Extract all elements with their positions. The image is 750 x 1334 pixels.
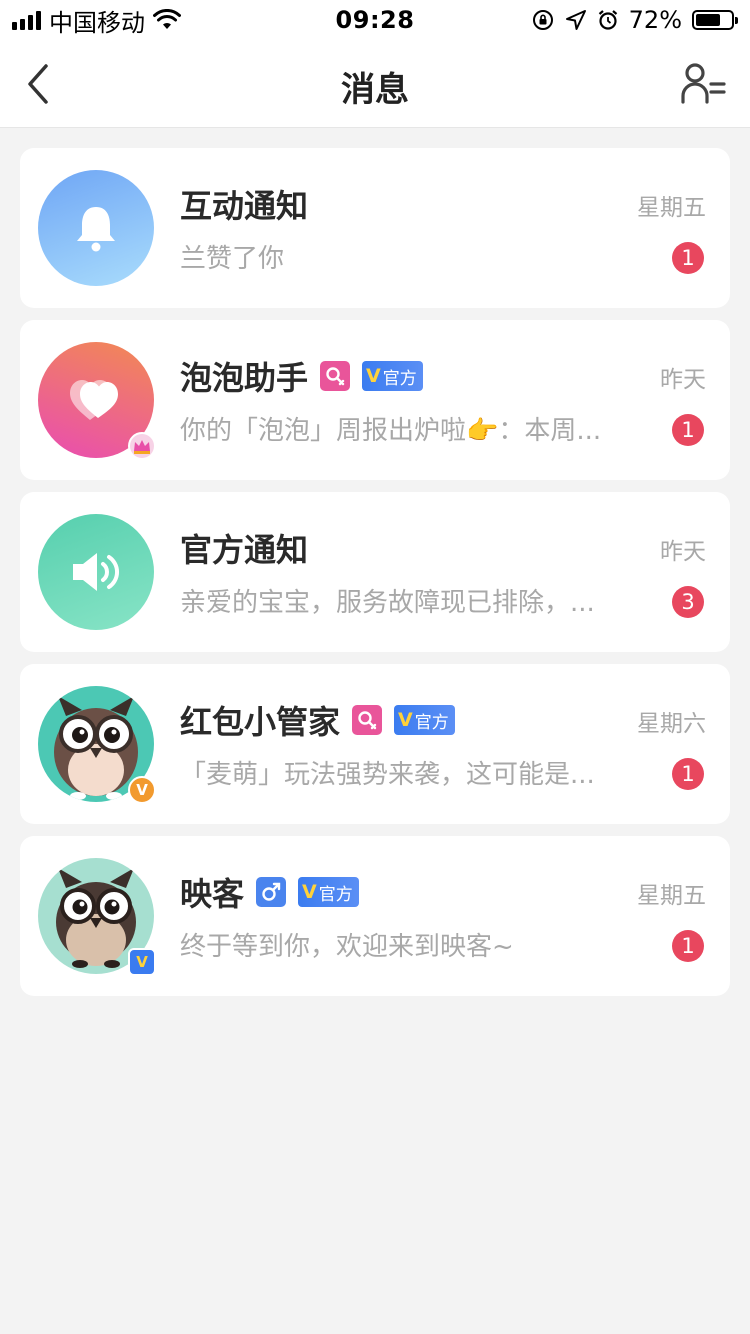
conversation-item-inke[interactable]: V 映客 V 官方 终于等到你，欢迎来到映客~ 星期五 1	[20, 836, 730, 996]
verified-v-icon: V	[398, 709, 413, 731]
conversation-name: 官方通知	[180, 531, 309, 569]
female-gender-icon	[352, 705, 383, 735]
avatar-circle	[38, 170, 154, 286]
avatar	[38, 170, 154, 286]
official-badge-label: 官方	[414, 712, 449, 733]
avatar-circle	[38, 514, 154, 630]
message-preview: 「麦萌」玩法强势来袭，这可能是...	[180, 760, 595, 790]
male-gender-icon	[256, 877, 287, 907]
conversation-item-bubble-assistant[interactable]: 泡泡助手 V 官方 你的「泡泡」周报出炉啦👉：本周... 昨天 1	[20, 320, 730, 480]
unread-badge: 1	[672, 242, 704, 274]
message-preview: 你的「泡泡」周报出炉啦👉：本周...	[180, 416, 602, 446]
navigation-bar: 消息	[0, 40, 750, 128]
speaker-icon	[73, 553, 119, 591]
page-title: 消息	[341, 70, 409, 110]
battery-percent: 72%	[628, 6, 682, 34]
name-row: 官方通知	[180, 526, 308, 570]
unread-badge: 1	[672, 758, 704, 790]
verified-v-icon: V	[302, 881, 317, 903]
bell-icon	[77, 207, 115, 252]
avatar	[38, 514, 154, 630]
message-preview: 终于等到你，欢迎来到映客~	[180, 932, 514, 962]
conversation-name: 红包小管家	[180, 703, 341, 741]
user-list-icon	[681, 63, 726, 104]
message-date: 星期六	[637, 711, 706, 737]
verified-v-icon: V	[366, 365, 381, 387]
official-badge-label: 官方	[382, 368, 417, 389]
unread-badge: 3	[672, 586, 704, 618]
message-date: 星期五	[637, 195, 706, 221]
status-right: 72%	[531, 6, 738, 34]
verified-badge-icon: V	[128, 776, 156, 804]
official-badge-label: 官方	[318, 884, 353, 905]
official-badge: V 官方	[394, 705, 455, 735]
message-preview: 亲爱的宝宝，服务故障现已排除，...	[180, 588, 595, 618]
conversation-item-interaction[interactable]: 互动通知 兰赞了你 星期五 1	[20, 148, 730, 308]
official-badge: V 官方	[298, 877, 359, 907]
crown-badge-icon	[128, 432, 156, 460]
female-gender-icon	[320, 361, 351, 391]
name-row: 红包小管家 V 官方	[180, 698, 455, 742]
avatar: V	[38, 686, 156, 804]
status-bar: 中国移动 09:28 72%	[0, 0, 750, 40]
heart-icon	[70, 380, 118, 420]
avatar	[38, 342, 156, 460]
avatar: V	[38, 858, 156, 976]
conversation-item-red-packet-manager[interactable]: V 红包小管家 V 官方 「麦萌」玩法强势来袭，这可能是... 星期六 1	[20, 664, 730, 824]
verified-badge-icon: V	[128, 948, 156, 976]
unread-badge: 1	[672, 930, 704, 962]
alarm-icon	[598, 10, 617, 30]
conversation-name: 泡泡助手	[180, 359, 309, 397]
conversation-list: 互动通知 兰赞了你 星期五 1 泡泡助手 V 官方 你的「泡泡」周报出炉啦👉：本…	[20, 148, 730, 1008]
unread-badge: 1	[672, 414, 704, 446]
name-row: 泡泡助手 V 官方	[180, 354, 423, 398]
battery-fill	[696, 14, 720, 26]
conversation-name: 互动通知	[180, 187, 309, 225]
message-date: 昨天	[660, 367, 706, 393]
official-badge: V 官方	[362, 361, 423, 391]
conversation-item-official-notice[interactable]: 官方通知 亲爱的宝宝，服务故障现已排除，... 昨天 3	[20, 492, 730, 652]
name-row: 映客 V 官方	[180, 870, 359, 914]
rotation-lock-icon	[532, 10, 553, 30]
message-date: 星期五	[637, 883, 706, 909]
conversation-name: 映客	[180, 875, 245, 913]
message-date: 昨天	[660, 539, 706, 565]
location-arrow-icon	[565, 10, 586, 30]
message-preview: 兰赞了你	[180, 244, 285, 274]
battery-icon	[692, 10, 738, 30]
name-row: 互动通知	[180, 182, 308, 226]
contacts-button[interactable]	[680, 62, 728, 106]
